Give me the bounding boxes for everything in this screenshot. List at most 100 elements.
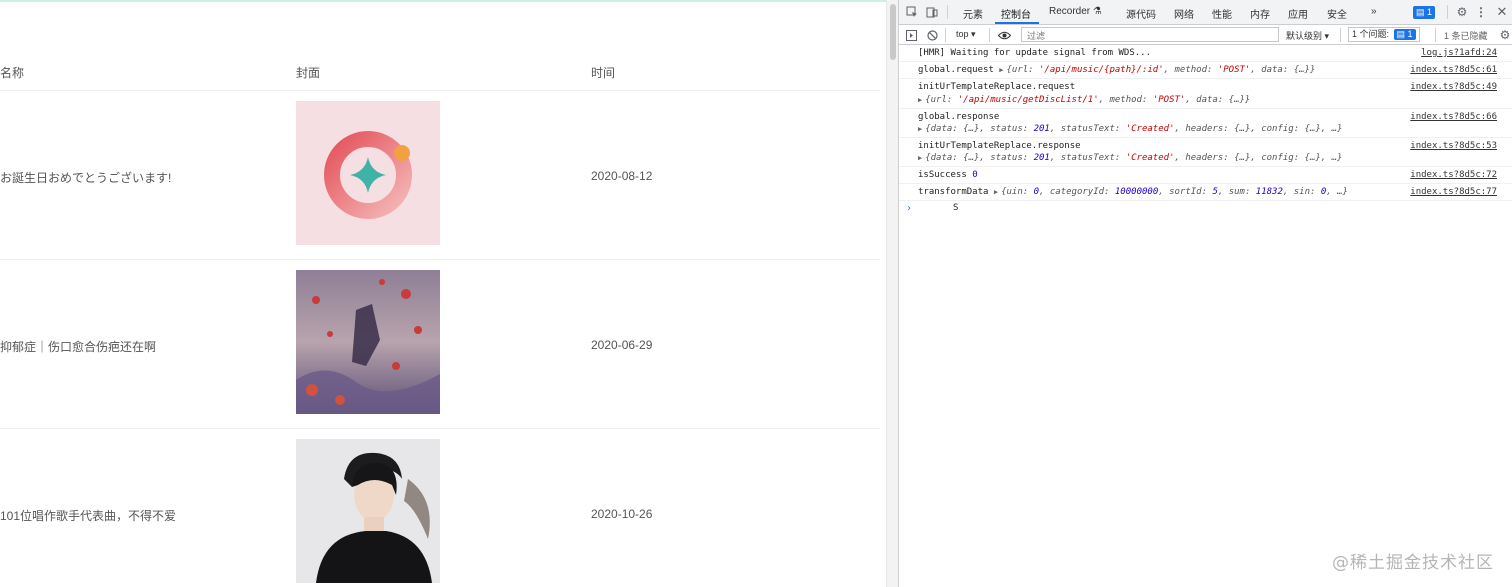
console-settings-gear-icon[interactable]: ⚙ <box>1499 28 1511 42</box>
source-link[interactable]: index.ts?8d5c:49 <box>1410 82 1497 92</box>
object-text: , sortId: <box>1158 187 1213 197</box>
divider <box>989 28 990 42</box>
page-scrollbar[interactable] <box>886 0 898 587</box>
message-label: initUrTemplateReplace.request <box>918 82 1076 92</box>
divider <box>1435 28 1436 42</box>
column-header-time: 时间 <box>591 66 616 80</box>
string-value: 'POST' <box>1152 95 1186 105</box>
disc-date: 2020-06-29 <box>591 338 653 352</box>
object-text: {data: {…}, status: <box>925 124 1034 134</box>
sidebar-toggle-icon[interactable] <box>904 28 918 42</box>
source-link[interactable]: index.ts?8d5c:53 <box>1410 141 1497 151</box>
tab-network[interactable]: 网络 <box>1174 6 1194 21</box>
message-line: isSuccess 0 <box>918 170 978 180</box>
object-preview[interactable]: {url: '/api/music/{path}/:id', method: '… <box>1007 65 1316 75</box>
music-table-app: 名称 封面 时间 お誕生日おめでとうございます! 2020-08-12 抑郁症｜… <box>0 0 886 587</box>
tab-security[interactable]: 安全 <box>1327 6 1347 21</box>
message-line: ▶ {data: {…}, status: 201, statusText: 'C… <box>918 124 1342 134</box>
message-text: [HMR] Waiting for update signal from WDS… <box>918 48 1151 58</box>
scrollbar-thumb[interactable] <box>890 4 896 60</box>
disc-date: 2020-08-12 <box>591 169 653 183</box>
expand-arrow-icon[interactable]: ▶ <box>918 154 922 162</box>
disc-date: 2020-10-26 <box>591 507 653 521</box>
console-filter-input[interactable]: 过滤 <box>1021 27 1279 42</box>
message-label: global.response <box>918 112 1000 122</box>
source-link[interactable]: index.ts?8d5c:72 <box>1410 170 1497 180</box>
source-link[interactable]: index.ts?8d5c:66 <box>1410 112 1497 122</box>
inspect-element-icon[interactable] <box>905 5 919 19</box>
console-message: global.request ▶ {url: '/api/music/{path}… <box>899 62 1512 79</box>
string-value: '/api/music/getDiscList/1' <box>957 95 1099 105</box>
object-text: {uin: <box>1001 187 1034 197</box>
cover-image[interactable] <box>296 270 440 414</box>
column-header-name: 名称 <box>0 66 25 80</box>
disc-name: お誕生日おめでとうございます! <box>0 171 172 185</box>
clear-console-icon[interactable] <box>925 28 939 42</box>
table-row[interactable]: 抑郁症｜伤口愈合伤疤还在啊 2020-06-29 <box>0 260 880 429</box>
object-text: , method: <box>1098 95 1153 105</box>
number-value: 11832 <box>1255 187 1283 197</box>
expand-arrow-icon[interactable]: ▶ <box>994 188 998 196</box>
object-preview[interactable]: {uin: 0, categoryId: 10000000, sortId: 5… <box>1001 187 1348 197</box>
live-expression-eye-icon[interactable] <box>996 28 1012 42</box>
tab-sources[interactable]: 源代码 <box>1126 6 1156 21</box>
object-preview[interactable]: {data: {…}, status: 201, statusText: 'Cr… <box>925 153 1342 163</box>
object-text: , headers: {…}, config: {…}, …} <box>1174 124 1343 134</box>
log-level-select[interactable]: 默认级别 ▾ <box>1286 29 1329 42</box>
tab-recorder[interactable]: Recorder ⚗ <box>1049 6 1102 17</box>
message-label: initUrTemplateReplace.response <box>918 141 1081 151</box>
console-input[interactable]: S <box>953 203 958 213</box>
message-line: transformData ▶ {uin: 0, categoryId: 1000… <box>918 187 1348 197</box>
cover-image[interactable] <box>296 101 440 245</box>
expand-arrow-icon[interactable]: ▶ <box>918 125 922 133</box>
issues-count: 1 <box>1407 29 1413 39</box>
object-preview[interactable]: {data: {…}, status: 201, statusText: 'Cr… <box>925 124 1342 134</box>
devtools-tab-bar: 元素 控制台 Recorder ⚗ 源代码 网络 性能 内存 应用 安全 » ▤… <box>899 0 1512 25</box>
string-value: 'POST' <box>1217 65 1251 75</box>
column-header-cover: 封面 <box>296 66 321 80</box>
issues-badge[interactable]: ▤ 1 <box>1413 6 1436 19</box>
tab-application[interactable]: 应用 <box>1288 6 1308 21</box>
close-devtools-icon[interactable]: ✕ <box>1495 4 1509 19</box>
message-label: isSuccess <box>918 170 967 180</box>
tab-performance[interactable]: 性能 <box>1212 6 1232 21</box>
expand-arrow-icon[interactable]: ▶ <box>999 66 1003 74</box>
more-tabs-button[interactable]: » <box>1371 6 1377 17</box>
message-line: ▶ {url: '/api/music/getDiscList/1', metho… <box>918 95 1250 105</box>
object-text: , headers: {…}, config: {…}, …} <box>1174 153 1343 163</box>
tab-elements[interactable]: 元素 <box>963 6 983 21</box>
source-link[interactable]: index.ts?8d5c:61 <box>1410 65 1497 75</box>
cover-image[interactable] <box>296 439 440 583</box>
tab-console[interactable]: 控制台 <box>1001 6 1031 21</box>
divider <box>945 28 946 42</box>
context-select[interactable]: top ▾ <box>956 29 976 40</box>
divider <box>1447 5 1448 19</box>
source-link[interactable]: index.ts?8d5c:77 <box>1410 187 1497 197</box>
console-message: isSuccess 0 index.ts?8d5c:72 <box>899 167 1512 184</box>
console-message: initUrTemplateReplace.request ▶ {url: '/a… <box>899 79 1512 109</box>
table-header: 名称 封面 时间 <box>0 60 880 91</box>
object-text: {url: <box>1006 65 1040 75</box>
source-link[interactable]: log.js?1afd:24 <box>1421 48 1497 58</box>
issues-button[interactable]: 1 个问题: ▤ 1 <box>1348 27 1420 42</box>
disc-name: 抑郁症｜伤口愈合伤疤还在啊 <box>0 340 157 354</box>
tab-memory[interactable]: 内存 <box>1250 6 1270 21</box>
device-toolbar-icon[interactable] <box>925 5 939 19</box>
object-preview[interactable]: {url: '/api/music/getDiscList/1', method… <box>925 95 1250 105</box>
issues-badge-count: 1 <box>1427 7 1433 17</box>
console-prompt-chevron-icon: › <box>906 203 913 214</box>
table-row[interactable]: 101位唱作歌手代表曲，不得不爱 2020-10-26 <box>0 429 880 587</box>
object-text: , sin: <box>1282 187 1321 197</box>
object-text: , sum: <box>1217 187 1256 197</box>
number-value: 10000000 <box>1114 187 1159 197</box>
settings-gear-icon[interactable]: ⚙ <box>1455 5 1469 19</box>
watermark: @稀土掘金技术社区 <box>1332 553 1494 573</box>
expand-arrow-icon[interactable]: ▶ <box>918 96 922 104</box>
message-line: global.request ▶ {url: '/api/music/{path}… <box>918 65 1315 75</box>
console-message: initUrTemplateReplace.response ▶ {data: {… <box>899 138 1512 167</box>
string-value: 'Created' <box>1125 124 1175 134</box>
more-options-icon[interactable]: ⋮ <box>1475 5 1487 19</box>
table-row[interactable]: お誕生日おめでとうございます! 2020-08-12 <box>0 91 880 260</box>
hidden-messages-count: 1 条已隐藏 <box>1444 31 1488 41</box>
string-value: '/api/music/{path}/:id' <box>1039 65 1164 75</box>
